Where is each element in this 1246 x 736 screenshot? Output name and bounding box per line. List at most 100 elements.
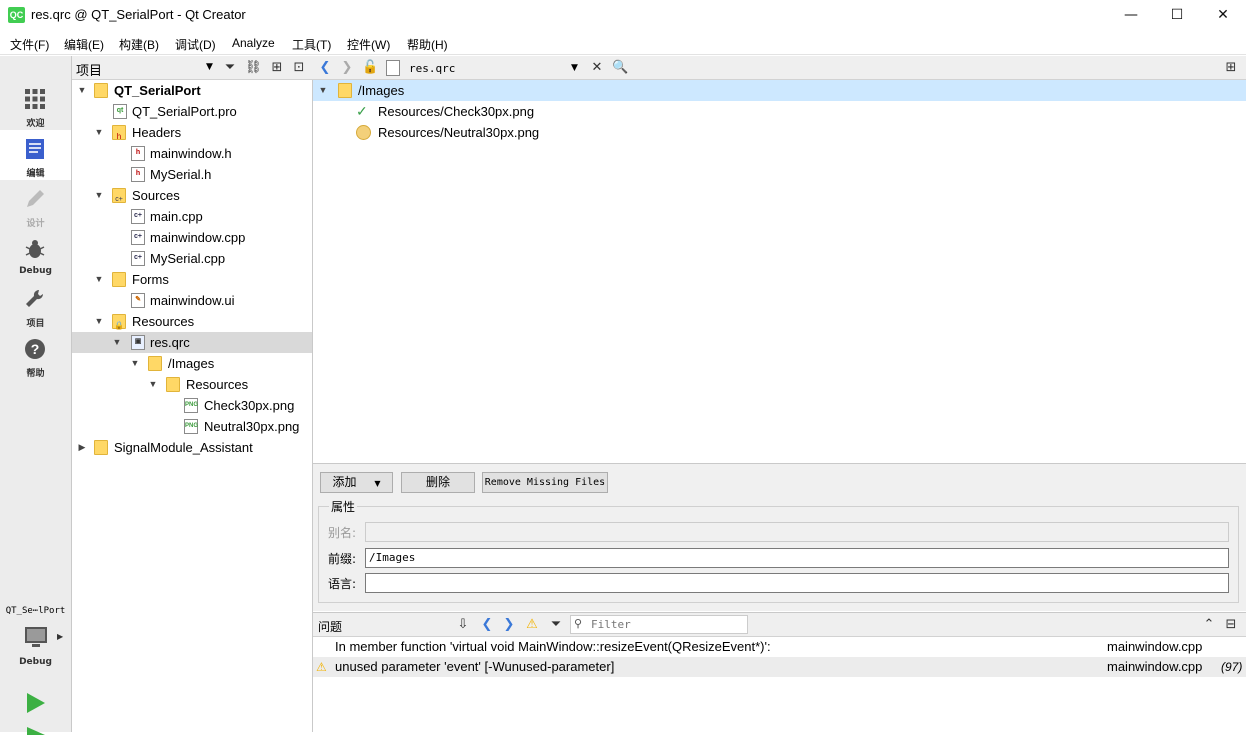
filter-icon[interactable]: ⏷ (222, 60, 238, 76)
open-document-selector[interactable]: res.qrc (409, 62, 455, 75)
remove-missing-files-button[interactable]: Remove Missing Files (482, 472, 608, 493)
expand-arrow-icon[interactable]: ▼ (76, 80, 88, 101)
mode-help[interactable]: ? 帮助 (0, 330, 71, 380)
close-pane-icon[interactable]: ⊟ (1223, 617, 1239, 633)
expand-arrow-icon[interactable]: ▼ (93, 185, 105, 206)
issue-text: In member function 'virtual void MainWin… (335, 639, 771, 654)
tree-item-forms[interactable]: ▼ Forms (72, 269, 312, 290)
target-selector[interactable]: ▶ Debug (0, 622, 71, 674)
mode-design[interactable]: 设计 (0, 180, 71, 230)
qrc-file-icon: ▣ (131, 335, 145, 350)
next-icon[interactable]: ❯ (501, 617, 517, 633)
mode-label: 欢迎 (26, 119, 45, 129)
expand-arrow-icon[interactable]: ▼ (111, 332, 123, 353)
menu-controls[interactable]: 控件(W) (347, 36, 390, 53)
menu-build[interactable]: 构建(B) (119, 36, 159, 53)
tree-item-file[interactable]: c+ mainwindow.cpp (72, 227, 312, 248)
tree-item-file[interactable]: c+ MySerial.cpp (72, 248, 312, 269)
mode-label: 设计 (26, 219, 45, 229)
prefix-field[interactable]: /Images (365, 548, 1229, 568)
issue-row[interactable]: In member function 'virtual void MainWin… (313, 637, 1246, 657)
close-button[interactable]: ✕ (1200, 0, 1246, 31)
close-panel-icon[interactable]: ⊡ (291, 60, 307, 76)
issues-filter-input[interactable] (591, 617, 741, 632)
qt-creator-logo: QC (8, 7, 25, 23)
warning-icon: ⚠ (316, 660, 327, 674)
maximize-pane-icon[interactable]: ⌃ (1201, 617, 1217, 633)
tree-item-resources[interactable]: ▼ 🔒 Resources (72, 311, 312, 332)
tree-item-image[interactable]: PNG Check30px.png (72, 395, 312, 416)
expand-arrow-icon[interactable]: ▼ (317, 80, 329, 101)
expand-arrow-icon[interactable]: ▼ (93, 269, 105, 290)
tree-item-prefix[interactable]: ▼ /Images (72, 353, 312, 374)
tree-item-pro-file[interactable]: qt QT_SerialPort.pro (72, 101, 312, 122)
grid-icon (25, 89, 45, 109)
expand-arrow-icon[interactable]: ▼ (93, 122, 105, 143)
tree-item-qrc-selected[interactable]: ▼ ▣ res.qrc (72, 332, 312, 353)
resource-prefix-row[interactable]: ▼ /Images (313, 80, 1246, 101)
resource-file-row[interactable]: ✓ Resources/Check30px.png (313, 101, 1246, 122)
project-view-selector[interactable]: 项目 (76, 60, 102, 79)
split-icon[interactable]: ⊞ (269, 60, 285, 76)
locator-icon[interactable]: 🔍 (612, 60, 628, 76)
collapse-arrow-icon[interactable]: ▶ (76, 437, 88, 458)
tree-item-project[interactable]: ▼ QT_SerialPort (72, 80, 312, 101)
menu-edit[interactable]: 编辑(E) (64, 36, 104, 53)
mode-projects[interactable]: 项目 (0, 280, 71, 330)
tree-item-file[interactable]: c+ main.cpp (72, 206, 312, 227)
expand-arrow-icon[interactable]: ▼ (129, 353, 141, 374)
tree-item-label: Forms (132, 272, 169, 287)
alias-field[interactable] (365, 522, 1229, 542)
tree-item-label: mainwindow.ui (150, 293, 235, 308)
minimize-button[interactable]: — (1108, 0, 1154, 31)
tree-item-project[interactable]: ▶ SignalModule_Assistant (72, 437, 312, 458)
lock-icon[interactable]: 🔓 (362, 60, 378, 76)
tree-item-image[interactable]: PNG Neutral30px.png (72, 416, 312, 437)
chevron-down-icon[interactable]: ▼ (206, 62, 213, 72)
chevron-down-icon[interactable]: ▼ (571, 63, 578, 73)
menu-file[interactable]: 文件(F) (10, 36, 49, 53)
tree-item-headers[interactable]: ▼ h Headers (72, 122, 312, 143)
mode-welcome[interactable]: 欢迎 (0, 80, 71, 130)
debug-run-icon[interactable] (26, 726, 46, 736)
mode-debug[interactable]: Debug (0, 230, 71, 280)
add-button[interactable]: 添加 ▼ (320, 472, 393, 493)
expand-arrow-icon[interactable]: ▼ (93, 311, 105, 332)
tree-item-label: Resources (132, 314, 195, 329)
help-icon: ? (25, 339, 45, 359)
issue-row[interactable]: ⚠ unused parameter 'event' [-Wunused-par… (313, 657, 1246, 677)
warning-filter-icon[interactable]: ⚠ (524, 617, 540, 633)
tree-item-folder[interactable]: ▼ Resources (72, 374, 312, 395)
tree-item-file[interactable]: ✎ mainwindow.ui (72, 290, 312, 311)
resource-tree: ▼ /Images ✓ Resources/Check30px.png Reso… (313, 80, 1246, 463)
close-document-icon[interactable]: ✕ (589, 60, 605, 76)
maximize-button[interactable]: ☐ (1154, 0, 1200, 31)
remove-button[interactable]: 删除 (401, 472, 475, 493)
forward-icon[interactable]: ❯ (339, 60, 355, 76)
tree-item-file[interactable]: h mainwindow.h (72, 143, 312, 164)
tree-item-sources[interactable]: ▼ c+ Sources (72, 185, 312, 206)
clean-icon[interactable]: ⇩ (455, 617, 471, 633)
back-icon[interactable]: ❮ (317, 60, 333, 76)
expand-arrow-icon[interactable]: ▼ (147, 374, 159, 395)
menu-help[interactable]: 帮助(H) (407, 36, 448, 53)
resource-file-row[interactable]: Resources/Neutral30px.png (313, 122, 1246, 143)
filter-icon[interactable]: ⏷ (548, 617, 564, 633)
tree-item-file[interactable]: h MySerial.h (72, 164, 312, 185)
link-icon[interactable]: ⛓ (245, 60, 262, 76)
menu-tools[interactable]: 工具(T) (292, 36, 331, 53)
issues-toolbar: 问题 ⇩ ❮ ❯ ⚠ ⏷ ⚲ ⌃ ⊟ (313, 613, 1246, 637)
editor-toolbar: ❮ ❯ 🔓 res.qrc ▼ ✕ 🔍 ⊞ (313, 56, 1246, 80)
cpp-file-icon: c+ (131, 251, 145, 266)
mode-edit[interactable]: 编辑 (0, 130, 71, 180)
wrench-icon (26, 289, 44, 307)
previous-icon[interactable]: ❮ (479, 617, 495, 633)
language-field[interactable] (365, 573, 1229, 593)
issue-file: mainwindow.cpp (1107, 639, 1203, 654)
split-editor-icon[interactable]: ⊞ (1223, 60, 1239, 76)
menu-analyze[interactable]: Analyze (232, 36, 275, 50)
issues-filter-box[interactable]: ⚲ (570, 615, 748, 634)
tree-item-label: mainwindow.cpp (150, 230, 246, 245)
menu-debug[interactable]: 调试(D) (175, 36, 216, 53)
run-icon[interactable] (26, 692, 46, 714)
